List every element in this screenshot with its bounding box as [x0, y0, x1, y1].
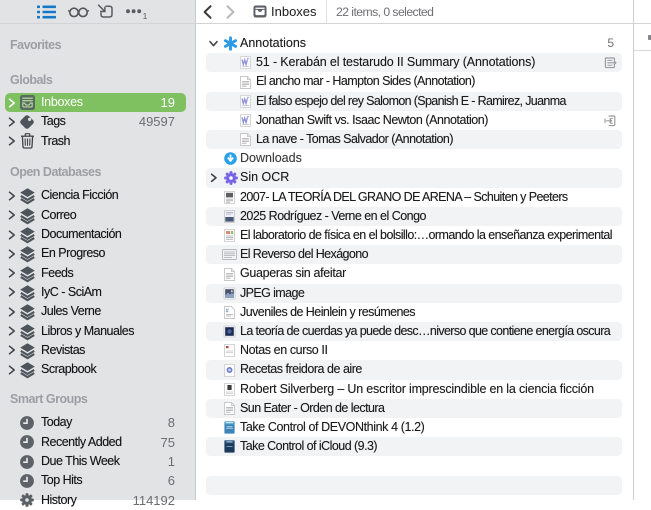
- svg-text:1: 1: [143, 11, 148, 21]
- svg-text:#: #: [226, 308, 229, 314]
